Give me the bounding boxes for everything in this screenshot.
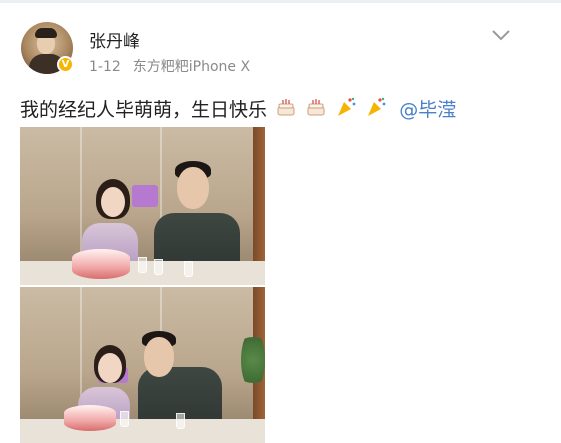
avatar-figure-hair: [35, 28, 57, 38]
party-popper-emoji-icon: [368, 97, 386, 116]
birthday-cake: [64, 405, 116, 431]
party-popper-emoji-icon: [338, 97, 356, 116]
birthday-cake: [72, 249, 130, 279]
post-body-text: 我的经纪人毕萌萌，生日快乐: [20, 99, 268, 121]
glass: [176, 413, 185, 429]
glass: [184, 261, 193, 277]
post-meta: 1-12 东方粑粑iPhone X: [89, 56, 250, 76]
glass: [138, 257, 147, 273]
glass: [154, 259, 163, 275]
mention-link[interactable]: @毕滢: [399, 99, 456, 121]
person-woman-face: [101, 187, 125, 217]
glass: [120, 411, 129, 427]
post-source: 东方粑粑iPhone X: [132, 59, 251, 75]
plant-decoration: [241, 330, 265, 390]
post-header: V 张丹峰 1-12 东方粑粑iPhone X: [0, 0, 561, 84]
cake-emoji-icon: [307, 99, 325, 116]
person-man-face: [144, 337, 174, 377]
table: [20, 419, 265, 443]
post-photo-1[interactable]: [20, 127, 265, 285]
verified-badge-icon: V: [57, 56, 74, 73]
author-name[interactable]: 张丹峰: [89, 27, 140, 52]
chevron-down-icon[interactable]: [490, 28, 512, 42]
post-date: 1-12: [89, 59, 121, 75]
person-man-face: [177, 167, 209, 209]
post-photo-2[interactable]: [20, 287, 265, 443]
post-body: 我的经纪人毕萌萌，生日快乐 @毕滢: [20, 95, 456, 122]
person-woman-face: [98, 353, 122, 383]
balloon-decoration: [132, 185, 158, 207]
cake-emoji-icon: [277, 99, 295, 116]
